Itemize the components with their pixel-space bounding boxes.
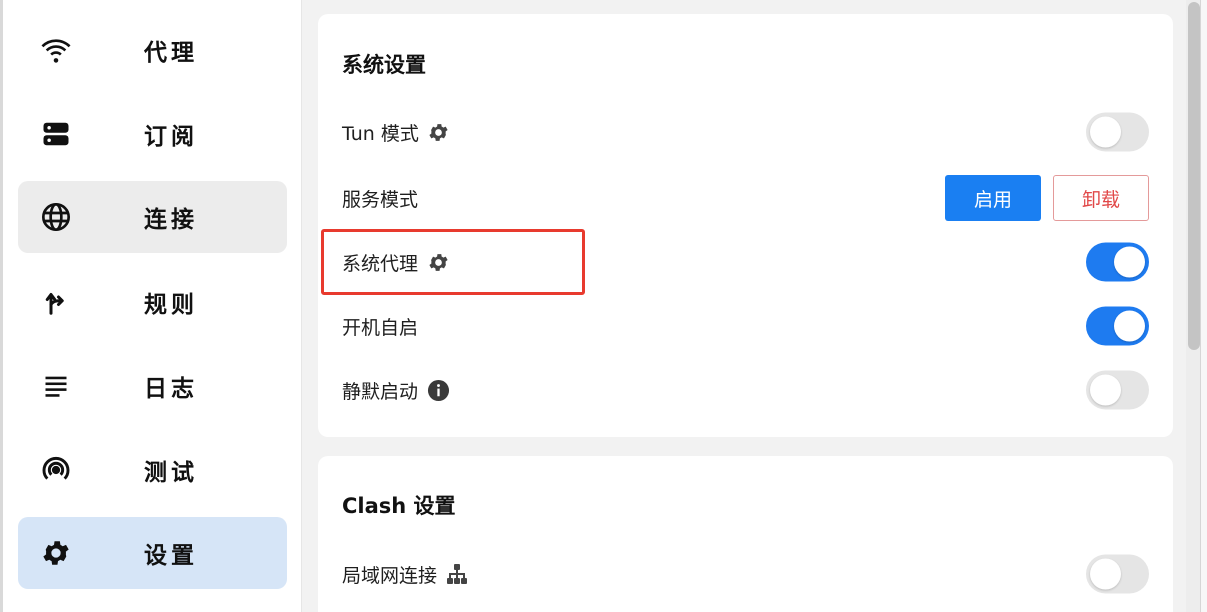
window-right-edge: [1200, 0, 1207, 612]
sidebar-item-label: 设置: [144, 543, 198, 569]
gear-icon[interactable]: [427, 120, 451, 144]
server-icon: [40, 118, 72, 150]
toggle-knob: [1090, 558, 1121, 590]
app-window: 代理 订阅 连接 规则 日志 测试 设置 系统设置 Tun 模式 服务模式 启用…: [0, 0, 1207, 612]
scrollbar-thumb[interactable]: [1188, 2, 1200, 350]
row-label: Tun 模式: [342, 122, 419, 145]
sidebar-item-test[interactable]: 测试: [18, 434, 287, 506]
card-title: Clash 设置: [342, 494, 456, 518]
gear-icon: [40, 537, 72, 569]
system-settings-card: 系统设置 Tun 模式 服务模式 启用 卸载 系统代理 开机自启 静默启动: [318, 14, 1173, 437]
row-label: 静默启动: [342, 380, 419, 403]
row-tun-mode: Tun 模式: [342, 110, 1149, 154]
wifi-icon: [40, 34, 72, 66]
toggle-knob: [1114, 246, 1145, 278]
sidebar: 代理 订阅 连接 规则 日志 测试 设置: [0, 0, 302, 612]
sidebar-item-label: 代理: [144, 40, 198, 66]
row-label: 开机自启: [342, 316, 419, 339]
system-proxy-toggle[interactable]: [1086, 242, 1149, 282]
row-auto-launch: 开机自启: [342, 304, 1149, 348]
toggle-knob: [1090, 116, 1121, 148]
gear-icon[interactable]: [426, 250, 450, 274]
row-silent-start: 静默启动: [342, 368, 1149, 412]
sidebar-item-proxy[interactable]: 代理: [18, 14, 287, 86]
fork-arrow-icon: [40, 286, 72, 318]
row-system-proxy: 系统代理: [342, 240, 1149, 284]
window-edge: [0, 0, 3, 612]
sidebar-item-settings[interactable]: 设置: [18, 517, 287, 589]
service-uninstall-button[interactable]: 卸载: [1053, 175, 1149, 221]
sidebar-item-label: 连接: [144, 207, 198, 233]
service-enable-button[interactable]: 启用: [945, 175, 1041, 221]
sidebar-item-label: 规则: [144, 292, 198, 318]
sidebar-item-label: 日志: [144, 376, 198, 402]
sidebar-item-subscription[interactable]: 订阅: [18, 98, 287, 170]
row-label: 系统代理: [342, 252, 419, 275]
card-title: 系统设置: [342, 53, 426, 77]
sidebar-item-logs[interactable]: 日志: [18, 350, 287, 422]
tun-mode-toggle[interactable]: [1086, 112, 1149, 152]
sidebar-item-label: 订阅: [144, 124, 198, 150]
lines-icon: [40, 370, 72, 402]
clash-settings-card: Clash 设置 局域网连接: [318, 456, 1173, 612]
broadcast-icon: [40, 454, 72, 486]
toggle-knob: [1090, 374, 1121, 406]
info-icon[interactable]: [426, 378, 450, 402]
row-label: 局域网连接: [342, 564, 438, 587]
toggle-knob: [1114, 310, 1145, 342]
sidebar-item-connections[interactable]: 连接: [18, 181, 287, 253]
auto-launch-toggle[interactable]: [1086, 306, 1149, 346]
globe-icon: [40, 201, 72, 233]
row-service-mode: 服务模式 启用 卸载: [342, 175, 1149, 221]
sidebar-item-label: 测试: [144, 460, 198, 486]
network-icon[interactable]: [445, 562, 469, 586]
row-label: 服务模式: [342, 188, 419, 211]
sidebar-item-rules[interactable]: 规则: [18, 266, 287, 338]
main-content: 系统设置 Tun 模式 服务模式 启用 卸载 系统代理 开机自启 静默启动 Cl…: [302, 0, 1186, 612]
row-lan-connection: 局域网连接: [342, 552, 1149, 596]
lan-connection-toggle[interactable]: [1086, 554, 1149, 594]
silent-start-toggle[interactable]: [1086, 370, 1149, 410]
